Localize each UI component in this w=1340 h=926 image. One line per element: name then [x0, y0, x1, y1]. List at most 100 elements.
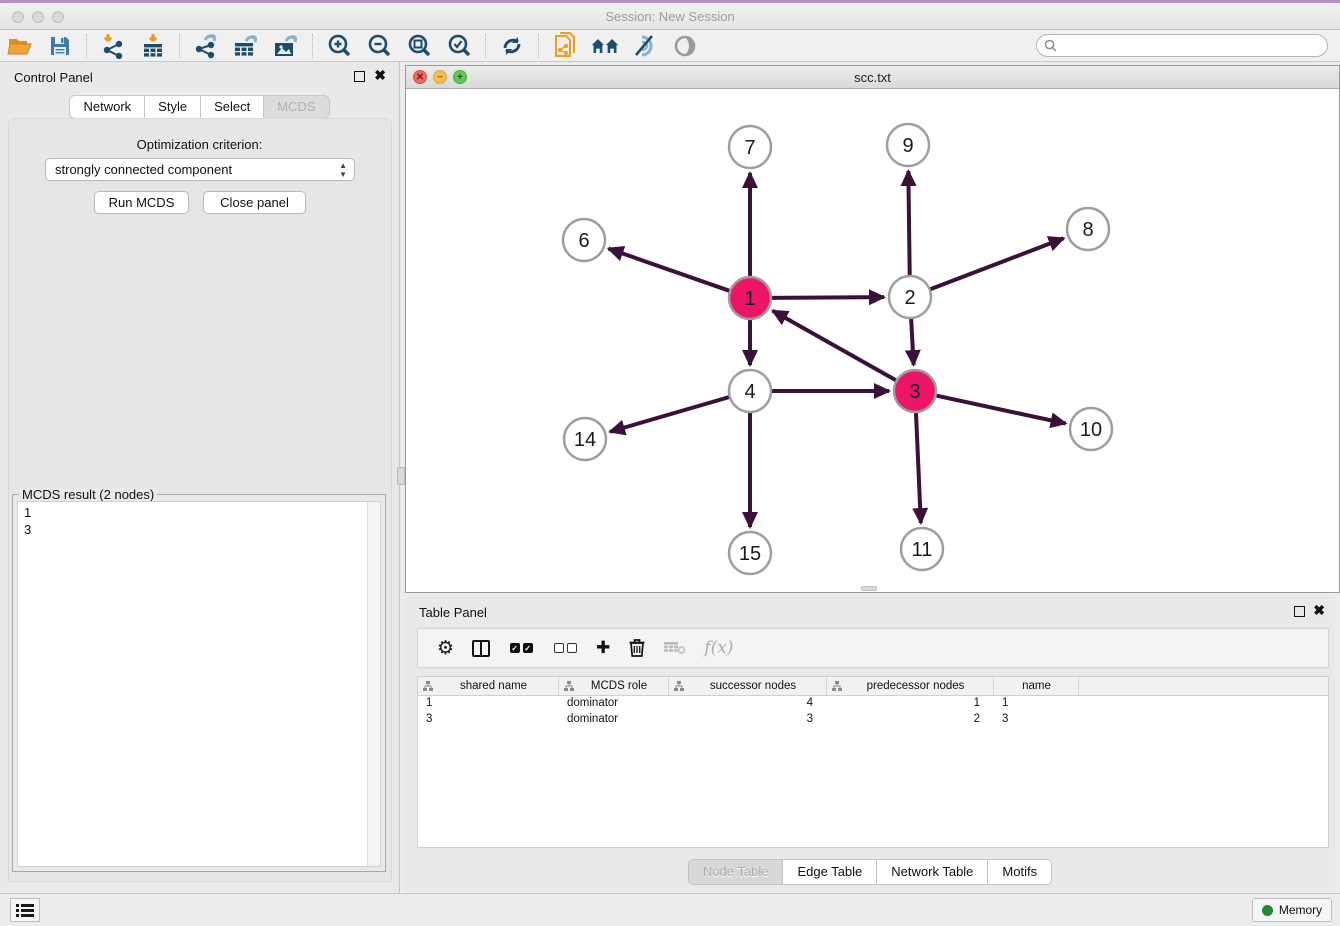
- graph-node-label: 1: [744, 288, 755, 310]
- zoom-selected-icon[interactable]: [444, 32, 474, 60]
- tab-node-table[interactable]: Node Table: [688, 859, 784, 885]
- network-view-window: ✕ − + scc.txt 7968124314101511: [405, 65, 1340, 593]
- graph-node-label: 15: [739, 543, 761, 565]
- graph-edge-3-10[interactable]: [936, 395, 1066, 423]
- zoom-in-icon[interactable]: [324, 32, 354, 60]
- graph-edge-3-1[interactable]: [773, 311, 897, 381]
- refresh-icon[interactable]: [497, 32, 527, 60]
- run-mcds-button[interactable]: Run MCDS: [94, 191, 189, 214]
- tab-network-table[interactable]: Network Table: [877, 859, 988, 885]
- export-network-icon[interactable]: [191, 32, 221, 60]
- network-window-titlebar[interactable]: ✕ − + scc.txt: [406, 66, 1339, 89]
- column-type-icon: [423, 681, 433, 691]
- tab-mcds[interactable]: MCDS: [264, 95, 329, 119]
- zoom-fit-icon[interactable]: [404, 32, 434, 60]
- hide-graphics-details-icon[interactable]: [630, 32, 660, 60]
- graph-edge-1-6[interactable]: [609, 249, 731, 291]
- first-neighbors-icon[interactable]: [590, 32, 620, 60]
- graph-node-label: 6: [578, 230, 589, 252]
- show-columns-icon[interactable]: [472, 636, 490, 660]
- memory-button[interactable]: Memory: [1252, 898, 1332, 922]
- control-panel-tabs: Network Style Select MCDS: [0, 95, 399, 119]
- panel-splitter-grip[interactable]: [397, 467, 405, 485]
- save-icon[interactable]: [45, 32, 75, 60]
- graph-edge-2-9[interactable]: [908, 171, 909, 276]
- table-row[interactable]: 1 dominator 4 1 1: [418, 696, 1328, 712]
- graph-node-label: 2: [904, 287, 915, 309]
- cell-predecessor-nodes[interactable]: 1: [827, 696, 994, 712]
- memory-status-icon: [1262, 905, 1273, 916]
- close-panel-icon[interactable]: ✖: [374, 68, 386, 83]
- close-panel-button[interactable]: Close panel: [203, 191, 306, 214]
- network-canvas[interactable]: 7968124314101511: [406, 90, 1339, 592]
- toolbar-separator: [485, 34, 486, 58]
- toolbar-separator: [312, 34, 313, 58]
- dropdown-value: strongly connected component: [55, 162, 232, 177]
- table-row[interactable]: 3 dominator 3 2 3: [418, 712, 1328, 728]
- optimization-criterion-dropdown[interactable]: strongly connected component ▲▼: [45, 158, 355, 181]
- main-toolbar: [0, 30, 1340, 62]
- cell-name[interactable]: 1: [994, 696, 1079, 712]
- column-header-successor-nodes[interactable]: successor nodes: [669, 677, 827, 695]
- column-header-name[interactable]: name: [994, 677, 1079, 695]
- zoom-out-icon[interactable]: [364, 32, 394, 60]
- graph-node-label: 4: [744, 381, 755, 403]
- column-type-icon: [674, 681, 684, 691]
- show-graphics-details-icon[interactable]: [670, 32, 700, 60]
- mcds-result-text[interactable]: 1 3: [17, 501, 381, 867]
- deselect-all-icon[interactable]: [552, 636, 578, 660]
- tab-network[interactable]: Network: [69, 95, 145, 119]
- search-box[interactable]: [1036, 34, 1328, 57]
- export-table-icon[interactable]: [231, 32, 261, 60]
- column-header-shared-name[interactable]: shared name: [418, 677, 559, 695]
- table-panel-tabs: Node Table Edge Table Network Table Moti…: [405, 859, 1335, 885]
- tab-select[interactable]: Select: [201, 95, 264, 119]
- tab-style[interactable]: Style: [145, 95, 201, 119]
- cell-predecessor-nodes[interactable]: 2: [827, 712, 994, 728]
- network-window-title: scc.txt: [406, 70, 1339, 85]
- import-table-icon[interactable]: [138, 32, 168, 60]
- column-type-icon: [564, 681, 574, 691]
- cell-successor-nodes[interactable]: 3: [669, 712, 827, 728]
- network-splitter-grip[interactable]: [861, 586, 877, 591]
- graph-node-label: 3: [909, 381, 920, 403]
- titlebar: Session: New Session: [0, 3, 1340, 30]
- graph-node-label: 8: [1082, 219, 1093, 241]
- cell-successor-nodes[interactable]: 4: [669, 696, 827, 712]
- graph-node-label: 7: [744, 137, 755, 159]
- cell-shared-name[interactable]: 1: [418, 696, 559, 712]
- node-table: shared name MCDS role successor nodes pr…: [417, 676, 1329, 848]
- graph-edge-1-2[interactable]: [771, 297, 884, 298]
- graph-edge-3-11[interactable]: [916, 412, 921, 523]
- delete-rows-trash-icon[interactable]: [628, 636, 646, 660]
- open-folder-icon[interactable]: [5, 32, 35, 60]
- column-header-predecessor-nodes[interactable]: predecessor nodes: [827, 677, 994, 695]
- cell-name[interactable]: 3: [994, 712, 1079, 728]
- export-image-icon[interactable]: [271, 32, 301, 60]
- search-input[interactable]: [1062, 37, 1327, 55]
- tab-motifs[interactable]: Motifs: [988, 859, 1052, 885]
- delete-table-icon: [664, 636, 686, 660]
- float-table-panel-icon[interactable]: [1294, 606, 1305, 617]
- select-all-icon[interactable]: ✓✓: [508, 636, 534, 660]
- list-icon: [16, 903, 34, 917]
- table-settings-gear-icon[interactable]: ⚙: [437, 636, 454, 660]
- cell-shared-name[interactable]: 3: [418, 712, 559, 728]
- import-network-icon[interactable]: [98, 32, 128, 60]
- add-column-icon[interactable]: ✚: [596, 636, 610, 660]
- cell-mcds-role[interactable]: dominator: [559, 712, 669, 728]
- graph-edge-2-8[interactable]: [930, 238, 1064, 289]
- task-history-button[interactable]: [10, 898, 40, 922]
- column-header-mcds-role[interactable]: MCDS role: [559, 677, 669, 695]
- function-builder-icon: f(x): [704, 636, 733, 660]
- cell-mcds-role[interactable]: dominator: [559, 696, 669, 712]
- mcds-result-scrollbar[interactable]: [367, 502, 380, 866]
- graph-edge-2-3[interactable]: [911, 318, 914, 365]
- close-table-panel-icon[interactable]: ✖: [1313, 603, 1325, 618]
- float-panel-icon[interactable]: [354, 71, 365, 82]
- application-window: Session: New Session: [0, 0, 1340, 926]
- graph-edge-4-14[interactable]: [610, 397, 730, 432]
- table-panel: Table Panel ✖ ⚙ ✓✓ ✚ f(x) shared name: [405, 597, 1335, 893]
- new-network-from-selection-icon[interactable]: [550, 32, 580, 60]
- tab-edge-table[interactable]: Edge Table: [783, 859, 877, 885]
